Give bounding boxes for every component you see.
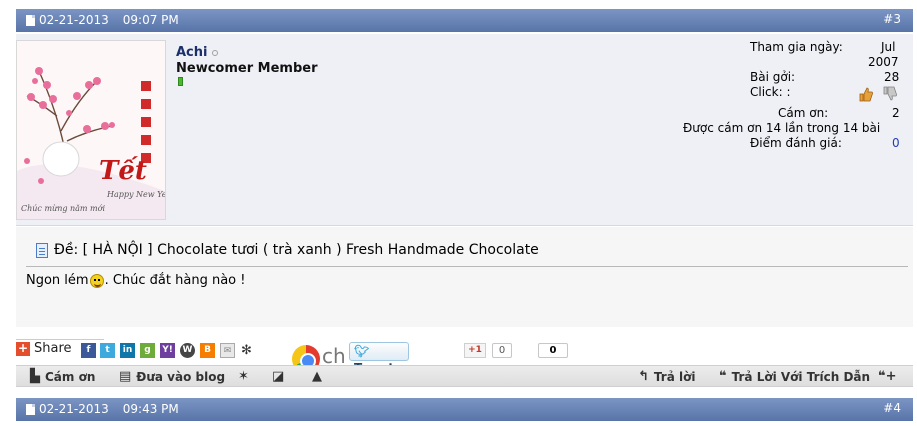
bug-icon: ✶ bbox=[238, 369, 249, 384]
user-stats: Tham gia ngày: Jul 2007 Bài gởi: 28 Clic… bbox=[16, 34, 913, 226]
delicious-icon[interactable]: g bbox=[140, 343, 155, 358]
yahoo-icon[interactable]: Y! bbox=[160, 343, 175, 358]
post-title-text: Đề: [ HÀ NỘI ] Chocolate tươi ( trà xanh… bbox=[54, 242, 539, 258]
post-title: Đề: [ HÀ NỘI ] Chocolate tươi ( trà xanh… bbox=[36, 242, 539, 258]
multi-quote-icon: ❝+ bbox=[878, 369, 897, 384]
reply-arrow-icon: ↰ bbox=[638, 369, 649, 384]
post-date-text: 02-21-2013 bbox=[39, 13, 109, 27]
share-top-line bbox=[16, 339, 104, 340]
more-share-icon[interactable]: ✻ bbox=[239, 343, 254, 358]
reply-label: Trả lời bbox=[653, 369, 696, 384]
share-button[interactable]: + Share bbox=[16, 341, 72, 356]
add-to-blog-label: Đưa vào blog bbox=[136, 369, 226, 384]
post-date: 02-21-2013 09:07 PM bbox=[26, 13, 179, 27]
next-post-date: 02-21-2013 09:43 PM bbox=[26, 402, 179, 416]
share-plus-icon: + bbox=[16, 340, 30, 356]
blogger-icon[interactable]: B bbox=[200, 343, 215, 358]
thanks-icon: ▙ bbox=[30, 369, 40, 384]
thumbs-down-icon[interactable] bbox=[882, 86, 898, 102]
post-action-bar: ▙ Cám ơn ▤ Đưa vào blog ✶ ◪ ▲ ↰ Trả lời … bbox=[16, 365, 913, 387]
posts-label: Bài gởi: bbox=[750, 70, 796, 84]
wordpress-icon[interactable]: W bbox=[180, 343, 195, 358]
post-message: Ngon lém . Chúc đắt hàng nào ! bbox=[26, 273, 245, 288]
rate-post-button[interactable]: ◪ bbox=[272, 369, 284, 384]
linkedin-icon[interactable]: in bbox=[120, 343, 135, 358]
post-number-link[interactable]: #3 bbox=[883, 12, 901, 26]
thumbs-up-icon[interactable] bbox=[858, 86, 874, 102]
share-bar: + Share f t in g Y! W B ✉ ✻ ch 🐦︎Tweet +… bbox=[16, 339, 913, 375]
thanks-button[interactable]: ▙ Cám ơn bbox=[30, 369, 95, 384]
title-divider bbox=[26, 266, 908, 267]
next-document-icon bbox=[26, 403, 35, 415]
post-header: 02-21-2013 09:07 PM #3 bbox=[16, 9, 913, 32]
smiley-icon bbox=[89, 273, 104, 288]
blog-icon: ▤ bbox=[119, 369, 132, 384]
tweet-bird-icon: 🐦︎ bbox=[354, 344, 370, 358]
click-label: Click: : bbox=[750, 85, 791, 99]
report-bug-button[interactable]: ✶ bbox=[238, 369, 249, 384]
email-icon[interactable]: ✉ bbox=[220, 343, 235, 358]
like-count: 0 bbox=[538, 343, 568, 358]
tweet-button[interactable]: 🐦︎Tweet bbox=[349, 342, 409, 375]
rating-label: Điểm đánh giá: bbox=[750, 136, 842, 150]
message-text-before: Ngon lém bbox=[26, 273, 89, 288]
twitter-icon[interactable]: t bbox=[100, 343, 115, 358]
join-date-value-year: 2007 bbox=[868, 55, 899, 69]
document-icon bbox=[26, 14, 35, 26]
share-label: Share bbox=[34, 341, 72, 356]
google-plus-button[interactable]: +1 bbox=[464, 343, 486, 358]
quote-icon: ❝ bbox=[719, 369, 727, 384]
post-time-text: 09:07 PM bbox=[122, 13, 179, 27]
next-post-date-text: 02-21-2013 bbox=[39, 402, 109, 416]
quote-reply-button[interactable]: ❝ Trả Lời Với Trích Dẫn bbox=[719, 369, 870, 384]
next-post-number-link[interactable]: #4 bbox=[883, 401, 901, 415]
thanks-value: 2 bbox=[892, 106, 900, 120]
post-body: Đề: [ HÀ NỘI ] Chocolate tươi ( trà xanh… bbox=[16, 227, 913, 327]
join-date-label: Tham gia ngày: bbox=[750, 40, 843, 54]
post-title-icon bbox=[36, 242, 48, 258]
google-plus-count: 0 bbox=[492, 343, 512, 358]
reply-button[interactable]: ↰ Trả lời bbox=[638, 369, 695, 384]
thanks-button-label: Cám ơn bbox=[45, 369, 96, 384]
multi-quote-button[interactable]: ❝+ bbox=[878, 369, 897, 384]
next-post-time-text: 09:43 PM bbox=[122, 402, 179, 416]
report-post-button[interactable]: ▲ bbox=[312, 369, 322, 384]
facebook-icon[interactable]: f bbox=[81, 343, 96, 358]
message-text-after: . Chúc đắt hàng nào ! bbox=[104, 273, 246, 288]
posts-value: 28 bbox=[884, 70, 900, 84]
thanks-label: Cám ơn: bbox=[778, 106, 829, 120]
next-post-header: 02-21-2013 09:43 PM #4 bbox=[16, 398, 913, 421]
user-info-panel: Tết Happy New Year Chúc mừng năm mới Ach… bbox=[16, 34, 913, 226]
thanked-summary: Được cám ơn 14 lần trong 14 bài bbox=[683, 121, 881, 135]
quote-reply-label: Trả Lời Với Trích Dẫn bbox=[731, 369, 871, 384]
scales-icon: ◪ bbox=[272, 369, 285, 384]
warning-icon: ▲ bbox=[312, 369, 322, 384]
add-to-blog-button[interactable]: ▤ Đưa vào blog bbox=[119, 369, 225, 384]
join-date-value-month: Jul bbox=[881, 40, 896, 54]
rating-value-link[interactable]: 0 bbox=[892, 136, 900, 150]
